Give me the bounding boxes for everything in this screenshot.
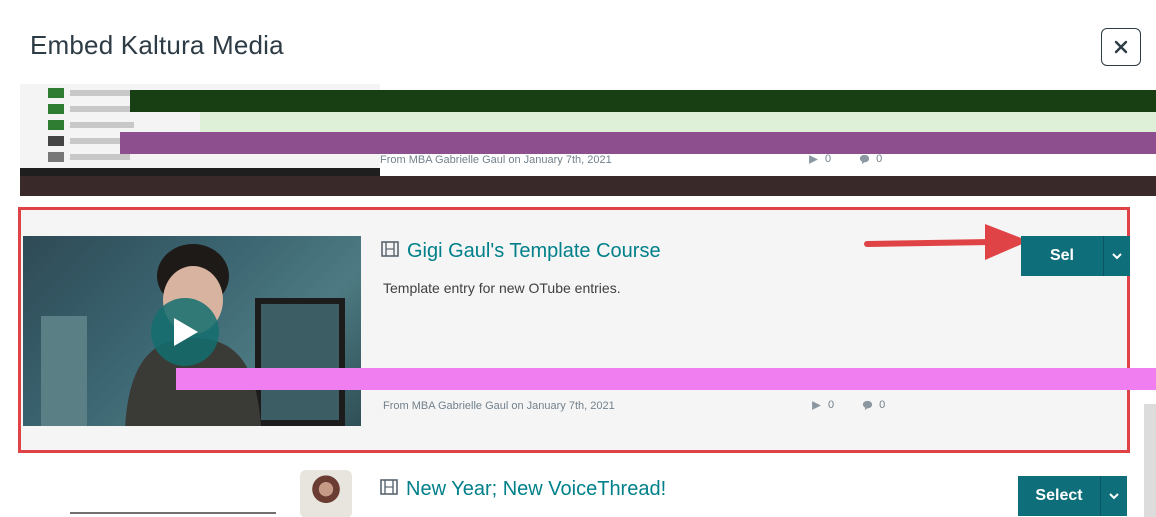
film-icon <box>381 241 399 262</box>
media-list[interactable]: From MBA Gabrielle Gaul on January 7th, … <box>0 84 1156 517</box>
view-count: 0 <box>828 399 835 411</box>
entry-thumbnail[interactable] <box>23 236 361 426</box>
select-options-toggle[interactable] <box>1103 236 1130 276</box>
chevron-down-icon <box>1109 493 1119 500</box>
play-icon <box>174 318 198 346</box>
views-icon <box>809 154 818 164</box>
entry-meta: From MBA Gabrielle Gaul on January 7th, … <box>380 154 612 166</box>
entry-stats: 0 0 <box>811 399 885 411</box>
entry-title-link[interactable]: Gigi Gaul's Template Course <box>407 240 661 263</box>
media-entry-highlighted: Gigi Gaul's Template Course Template ent… <box>18 207 1156 453</box>
view-count: 0 <box>825 153 832 165</box>
film-icon <box>380 479 398 500</box>
modal-title: Embed Kaltura Media <box>30 30 284 60</box>
entry-description: Template entry for new OTube entries. <box>383 280 621 296</box>
chevron-down-icon <box>1112 253 1122 260</box>
entry-title-row: Gigi Gaul's Template Course <box>381 240 661 263</box>
entry-meta: From MBA Gabrielle Gaul on January 7th, … <box>383 400 615 412</box>
comment-icon <box>860 154 870 164</box>
media-entry: New Year; New VoiceThread! Select <box>0 462 1156 517</box>
modal-header: Embed Kaltura Media <box>0 0 1156 84</box>
comment-count: 0 <box>876 153 883 165</box>
views-icon <box>812 400 821 410</box>
close-icon <box>1114 40 1128 54</box>
media-entry: From MBA Gabrielle Gaul on January 7th, … <box>0 84 1156 196</box>
entry-title-row: New Year; New VoiceThread! <box>380 478 666 501</box>
entry-stats: 0 0 <box>808 153 882 165</box>
play-button[interactable] <box>151 298 219 366</box>
select-button[interactable]: Select <box>1018 476 1100 516</box>
close-button[interactable] <box>1101 28 1141 66</box>
comment-icon <box>863 400 873 410</box>
scrollbar[interactable] <box>1144 404 1156 517</box>
comment-count: 0 <box>879 399 886 411</box>
entry-thumbnail[interactable] <box>300 470 352 517</box>
annotation-arrow <box>864 224 1029 260</box>
select-button[interactable]: Sel <box>1021 236 1103 276</box>
entry-title-link[interactable]: New Year; New VoiceThread! <box>406 478 666 501</box>
select-options-toggle[interactable] <box>1100 476 1127 516</box>
